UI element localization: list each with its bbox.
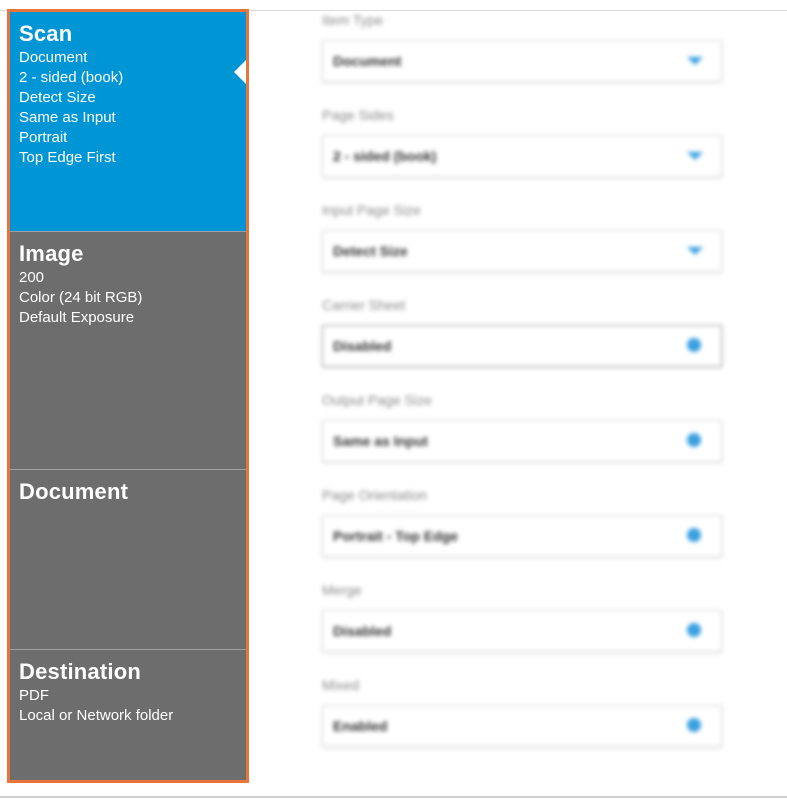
input-page-size-select[interactable]: Detect Size bbox=[322, 230, 722, 272]
panel-title-document: Document bbox=[19, 479, 129, 504]
image-detail: Color (24 bit RGB) bbox=[19, 289, 143, 306]
field-label: Item Type bbox=[322, 12, 384, 28]
sidebar-panel-scan[interactable]: Scan Document 2 - sided (book) Detect Si… bbox=[10, 12, 246, 231]
field-label: Input Page Size bbox=[322, 202, 421, 218]
mixed-select[interactable]: Enabled bbox=[322, 705, 722, 747]
field-page-orientation: Page Orientation Portrait - Top Edge bbox=[318, 483, 728, 578]
sidebar-panel-destination[interactable]: Destination PDF Local or Network folder bbox=[10, 649, 246, 780]
panel-title-destination: Destination bbox=[19, 659, 141, 684]
item-type-select[interactable]: Document bbox=[322, 40, 722, 82]
select-value: Document bbox=[333, 53, 402, 69]
bottom-divider bbox=[0, 796, 787, 798]
field-item-type: Item Type Document bbox=[318, 8, 728, 103]
panel-title-scan: Scan bbox=[19, 21, 73, 46]
merge-select[interactable]: Disabled bbox=[322, 610, 722, 652]
settings-sidebar: Scan Document 2 - sided (book) Detect Si… bbox=[7, 9, 249, 783]
select-value: Portrait - Top Edge bbox=[333, 528, 458, 544]
field-label: Mixed bbox=[322, 677, 360, 693]
output-page-size-select[interactable]: Same as Input bbox=[322, 420, 722, 462]
field-mixed: Mixed Enabled bbox=[318, 673, 728, 768]
scan-detail: 2 - sided (book) bbox=[19, 69, 124, 86]
scan-detail: Portrait bbox=[19, 129, 68, 146]
field-label: Carrier Sheet bbox=[322, 297, 406, 313]
field-output-page-size: Output Page Size Same as Input bbox=[318, 388, 728, 483]
chevron-down-icon bbox=[687, 148, 703, 164]
scan-detail: Top Edge First bbox=[19, 149, 116, 166]
destination-detail: Local or Network folder bbox=[19, 707, 174, 724]
page-orientation-select[interactable]: Portrait - Top Edge bbox=[322, 515, 722, 557]
panel-title-image: Image bbox=[19, 241, 84, 266]
field-carrier-sheet: Carrier Sheet Disabled bbox=[318, 293, 728, 388]
plus-icon bbox=[687, 623, 703, 639]
plus-icon bbox=[687, 528, 703, 544]
chevron-down-icon bbox=[687, 53, 703, 69]
field-label: Merge bbox=[322, 582, 362, 598]
select-value: Disabled bbox=[333, 623, 392, 639]
field-merge: Merge Disabled bbox=[318, 578, 728, 673]
chevron-down-icon bbox=[687, 243, 703, 259]
scan-detail: Document bbox=[19, 49, 88, 66]
plus-icon bbox=[687, 718, 703, 734]
scan-detail: Same as Input bbox=[19, 109, 116, 126]
image-detail: Default Exposure bbox=[19, 309, 135, 326]
select-value: 2 - sided (book) bbox=[333, 148, 437, 164]
image-detail: 200 bbox=[19, 269, 45, 286]
sidebar-panel-image[interactable]: Image 200 Color (24 bit RGB) Default Exp… bbox=[10, 231, 246, 469]
select-value: Disabled bbox=[333, 338, 392, 354]
select-value: Detect Size bbox=[333, 243, 408, 259]
plus-icon bbox=[687, 338, 703, 354]
plus-icon bbox=[687, 433, 703, 449]
carrier-sheet-select[interactable]: Disabled bbox=[322, 325, 722, 367]
scan-detail: Detect Size bbox=[19, 89, 96, 106]
scan-settings-form: Item Type Document Page Sides 2 - sided … bbox=[318, 8, 728, 768]
select-value: Enabled bbox=[333, 718, 388, 734]
select-value: Same as Input bbox=[333, 433, 428, 449]
sidebar-panel-document[interactable]: Document bbox=[10, 469, 246, 649]
field-label: Output Page Size bbox=[322, 392, 432, 408]
field-label: Page Orientation bbox=[322, 487, 428, 503]
field-page-sides: Page Sides 2 - sided (book) bbox=[318, 103, 728, 198]
field-input-page-size: Input Page Size Detect Size bbox=[318, 198, 728, 293]
active-pointer-icon bbox=[234, 60, 246, 84]
page-sides-select[interactable]: 2 - sided (book) bbox=[322, 135, 722, 177]
destination-detail: PDF bbox=[19, 687, 49, 704]
field-label: Page Sides bbox=[322, 107, 394, 123]
